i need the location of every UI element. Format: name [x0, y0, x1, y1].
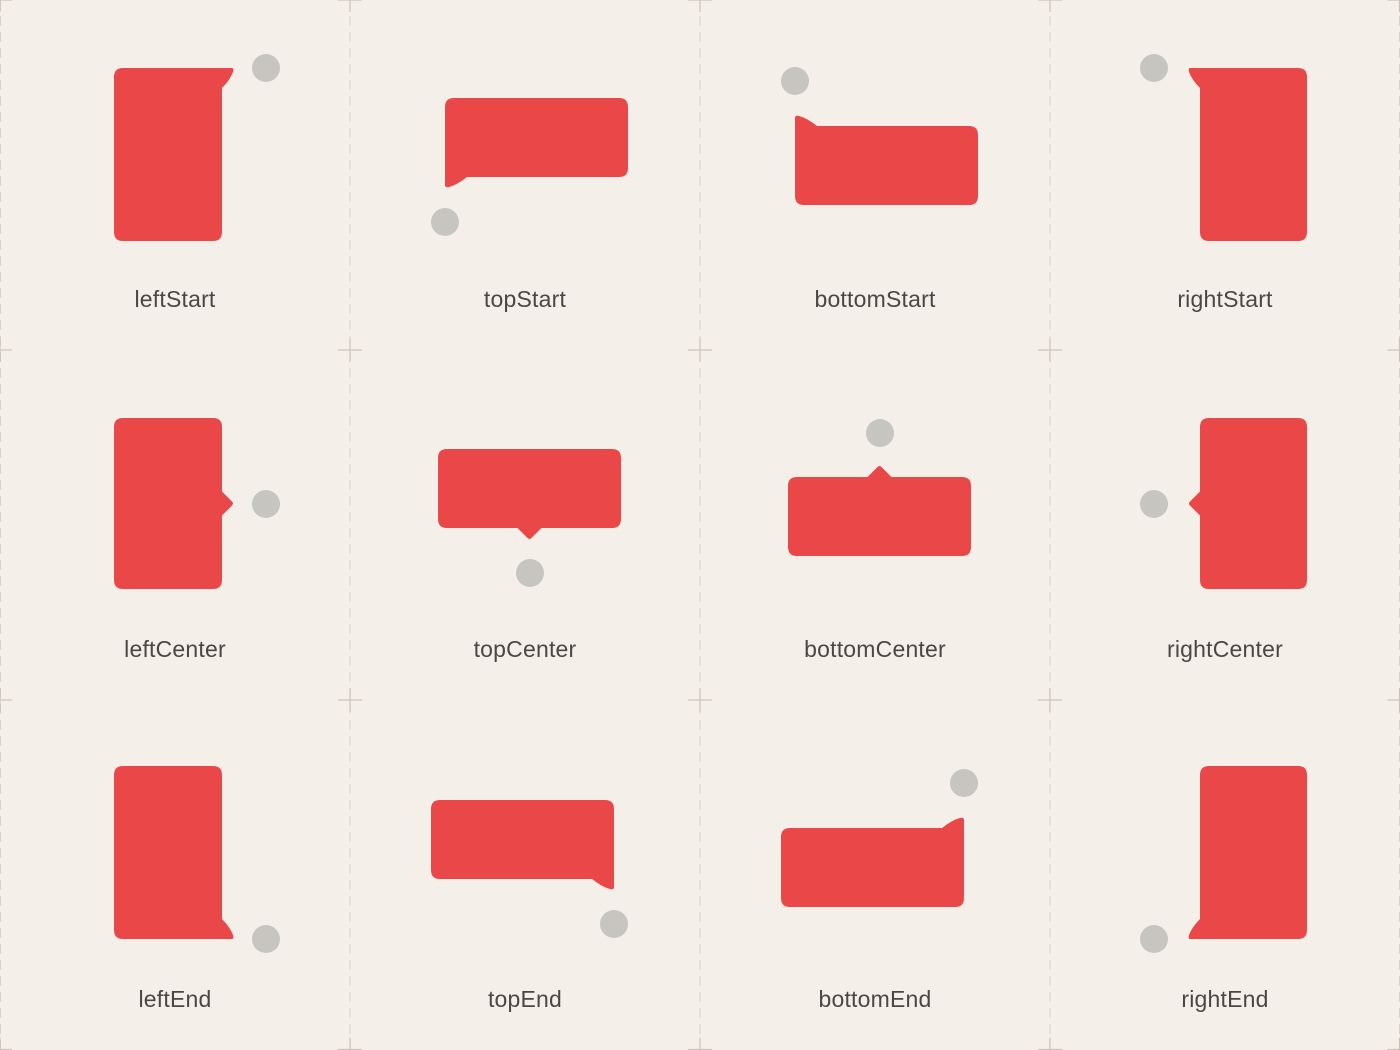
label-leftCenter: leftCenter — [124, 636, 226, 662]
cell-rightStart — [1140, 54, 1307, 241]
cell-bottomStart — [781, 67, 978, 205]
tooltip-bubble-rightEnd — [1188, 766, 1307, 939]
tooltip-bubble-rightStart — [1188, 68, 1307, 241]
anchor-dot-rightStart — [1140, 54, 1168, 82]
label-rightStart: rightStart — [1177, 286, 1273, 312]
cell-topEnd — [431, 800, 628, 938]
anchor-dot-leftEnd — [252, 925, 280, 953]
tooltip-bubble-bottomEnd — [781, 817, 964, 907]
anchor-dot-leftStart — [252, 54, 280, 82]
anchor-dot-rightCenter — [1140, 490, 1168, 518]
tooltip-bubble-topCenter — [438, 449, 621, 539]
cell-rightCenter — [1140, 418, 1307, 589]
label-rightCenter: rightCenter — [1167, 636, 1283, 662]
placement-diagram: leftStart topStart bottomStart rightStar… — [0, 0, 1400, 1050]
anchor-dot-topStart — [431, 208, 459, 236]
anchor-dot-bottomCenter — [866, 419, 894, 447]
cell-leftCenter — [114, 418, 280, 589]
label-bottomCenter: bottomCenter — [804, 636, 946, 662]
label-bottomStart: bottomStart — [814, 286, 936, 312]
anchor-dot-bottomEnd — [950, 769, 978, 797]
anchor-dot-bottomStart — [781, 67, 809, 95]
tooltip-bubble-leftEnd — [114, 766, 234, 939]
label-topCenter: topCenter — [473, 636, 577, 662]
label-rightEnd: rightEnd — [1181, 986, 1269, 1012]
tooltip-bubble-bottomCenter — [788, 466, 971, 556]
anchor-dot-leftCenter — [252, 490, 280, 518]
cell-topStart — [431, 98, 628, 236]
label-bottomEnd: bottomEnd — [818, 986, 932, 1012]
tooltip-bubble-bottomStart — [795, 115, 978, 205]
cell-rightEnd — [1140, 766, 1307, 953]
label-leftEnd: leftEnd — [138, 986, 212, 1012]
label-topEnd: topEnd — [487, 986, 563, 1012]
cell-leftStart — [114, 54, 280, 241]
cell-topCenter — [438, 449, 621, 587]
tooltip-bubble-leftCenter — [114, 418, 233, 589]
tooltip-bubble-topStart — [445, 98, 628, 188]
cell-bottomCenter — [788, 419, 971, 556]
anchor-dot-rightEnd — [1140, 925, 1168, 953]
tooltip-bubble-rightCenter — [1189, 418, 1307, 589]
tooltip-shapes — [114, 54, 1307, 953]
cell-leftEnd — [114, 766, 280, 953]
tooltip-bubble-topEnd — [431, 800, 614, 890]
label-leftStart: leftStart — [134, 286, 216, 312]
tooltip-bubble-leftStart — [114, 68, 234, 241]
anchor-dot-topEnd — [600, 910, 628, 938]
label-topStart: topStart — [483, 286, 567, 312]
cell-bottomEnd — [781, 769, 978, 907]
anchor-dot-topCenter — [516, 559, 544, 587]
